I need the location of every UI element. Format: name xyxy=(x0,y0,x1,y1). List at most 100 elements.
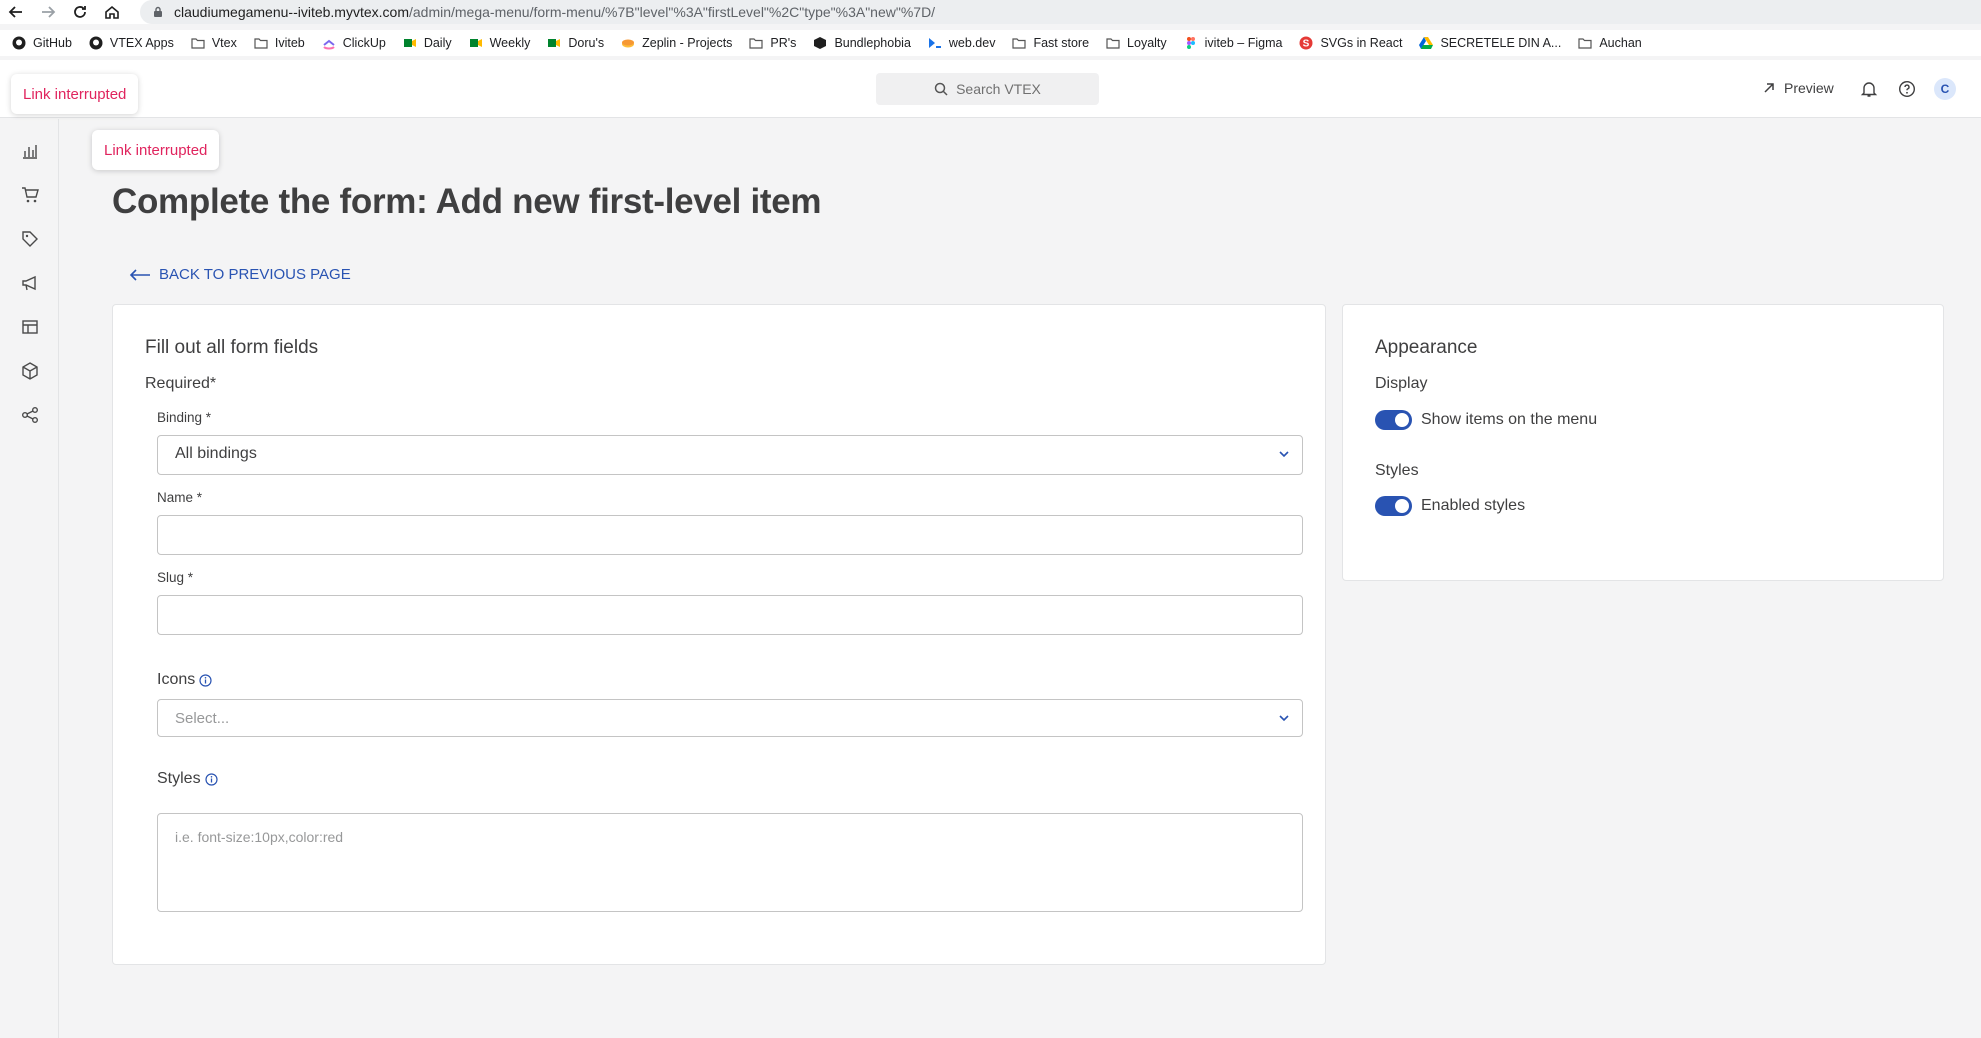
bookmark-item[interactable]: Iviteb xyxy=(254,36,305,50)
bookmark-item[interactable]: PR's xyxy=(749,36,796,50)
show-items-toggle[interactable] xyxy=(1375,410,1412,430)
bookmark-item[interactable]: SECRETELE DIN A... xyxy=(1419,36,1561,50)
required-label: Required* xyxy=(145,375,217,392)
icons-label-row: Icons xyxy=(157,671,212,689)
search-icon xyxy=(934,82,948,96)
drive-icon xyxy=(1419,36,1434,50)
bookmark-label: Vtex xyxy=(211,36,237,50)
bookmark-label: VTEX Apps xyxy=(109,36,174,50)
form-card: Fill out all form fields Required* Bindi… xyxy=(112,304,1326,965)
appearance-heading: Appearance xyxy=(1375,337,1478,358)
bookmark-label: web.dev xyxy=(948,36,996,50)
github-icon xyxy=(12,36,26,50)
show-items-toggle-row[interactable]: Show items on the menu xyxy=(1375,410,1597,430)
bookmark-item[interactable]: VTEX Apps xyxy=(89,36,174,50)
toggle-knob xyxy=(1395,499,1409,513)
address-bar[interactable]: claudiumegamenu--iviteb.myvtex.com/admin… xyxy=(140,0,1981,24)
link-interrupted-toast-content: Link interrupted xyxy=(92,130,220,170)
bookmark-label: Loyalty xyxy=(1127,36,1167,50)
bookmark-item[interactable]: Zeplin - Projects xyxy=(621,36,732,50)
meet-icon xyxy=(469,36,483,50)
bookmark-item[interactable]: Daily xyxy=(403,36,452,50)
info-icon[interactable] xyxy=(204,772,218,786)
bookmark-label: Doru's xyxy=(568,36,605,50)
cart-icon[interactable] xyxy=(21,186,39,204)
bookmark-item[interactable]: Loyalty xyxy=(1106,36,1167,50)
slug-label: Slug * xyxy=(157,570,194,585)
side-nav xyxy=(0,119,59,1038)
url-host: claudiumegamenu--iviteb.myvtex.com xyxy=(174,4,409,20)
search-input[interactable]: Search VTEX xyxy=(876,73,1099,105)
help-icon[interactable] xyxy=(1898,80,1916,98)
box-icon xyxy=(813,36,827,50)
bookmark-item[interactable]: web.dev xyxy=(928,36,996,50)
clickup-icon xyxy=(322,36,336,50)
bookmark-item[interactable]: Bundlephobia xyxy=(813,36,911,50)
bookmark-item[interactable]: Fast store xyxy=(1012,36,1089,50)
styles-section-label: Styles xyxy=(1375,462,1419,479)
info-icon[interactable] xyxy=(199,673,212,687)
bookmark-item[interactable]: Auchan xyxy=(1578,36,1642,50)
bookmark-item[interactable]: GitHub xyxy=(12,36,72,50)
binding-value: All bindings xyxy=(175,445,257,462)
zeplin-icon xyxy=(621,36,635,50)
folder-icon xyxy=(1578,36,1592,50)
icons-placeholder: Select... xyxy=(175,710,230,727)
s-icon: S xyxy=(1299,36,1313,50)
avatar[interactable]: C xyxy=(1934,78,1956,100)
megaphone-icon[interactable] xyxy=(21,274,39,292)
back-arrow-icon[interactable] xyxy=(0,0,32,24)
enabled-styles-label: Enabled styles xyxy=(1421,497,1526,514)
bookmark-label: Bundlephobia xyxy=(834,36,911,50)
box-icon[interactable] xyxy=(21,362,39,380)
bookmark-item[interactable]: Weekly xyxy=(469,36,531,50)
icons-select[interactable]: Select... xyxy=(157,699,1303,737)
arrow-left-icon xyxy=(129,268,150,281)
chevron-down-icon xyxy=(1279,715,1289,722)
lock-icon xyxy=(154,6,162,17)
bookmark-label: GitHub xyxy=(33,36,72,50)
appearance-card: Appearance Display Show items on the men… xyxy=(1342,304,1944,581)
back-to-previous-page-link[interactable]: BACK TO PREVIOUS PAGE xyxy=(129,266,351,283)
preview-button[interactable]: Preview xyxy=(1762,80,1834,96)
bookmark-item[interactable]: Vtex xyxy=(191,36,237,50)
bookmark-label: Auchan xyxy=(1599,36,1642,50)
bookmark-label: ClickUp xyxy=(342,36,386,50)
bookmark-item[interactable]: Doru's xyxy=(547,36,604,50)
bookmark-item[interactable]: ClickUp xyxy=(322,36,386,50)
enabled-styles-toggle[interactable] xyxy=(1375,496,1412,516)
bookmark-item[interactable]: iviteb – Figma xyxy=(1184,36,1282,50)
github-icon xyxy=(89,36,103,50)
share-icon[interactable] xyxy=(21,406,39,424)
search-placeholder: Search VTEX xyxy=(956,81,1041,97)
slug-input[interactable] xyxy=(157,595,1303,635)
browser-toolbar: claudiumegamenu--iviteb.myvtex.com/admin… xyxy=(0,0,1981,24)
tag-icon[interactable] xyxy=(21,230,39,248)
layout-icon[interactable] xyxy=(21,318,39,336)
styles-label: Styles xyxy=(157,770,201,787)
folder-icon xyxy=(191,36,205,50)
binding-label: Binding * xyxy=(157,410,212,425)
bookmark-label: Daily xyxy=(423,36,452,50)
binding-select[interactable]: All bindings xyxy=(157,435,1303,475)
analytics-icon[interactable] xyxy=(21,142,39,160)
form-heading: Fill out all form fields xyxy=(145,337,319,358)
folder-icon xyxy=(254,36,268,50)
styles-textarea[interactable]: i.e. font-size:10px,color:red xyxy=(157,813,1303,912)
enabled-styles-toggle-row[interactable]: Enabled styles xyxy=(1375,496,1525,516)
forward-arrow-icon[interactable] xyxy=(32,0,64,24)
styles-placeholder: i.e. font-size:10px,color:red xyxy=(175,829,344,845)
bookmark-label: Iviteb xyxy=(274,36,305,50)
back-link-label: BACK TO PREVIOUS PAGE xyxy=(159,266,351,283)
bell-icon[interactable] xyxy=(1860,80,1878,98)
preview-label: Preview xyxy=(1784,80,1834,96)
meet-icon xyxy=(403,36,417,50)
bookmark-item[interactable]: S SVGs in React xyxy=(1299,36,1402,50)
folder-icon xyxy=(1106,36,1120,50)
svg-text:S: S xyxy=(1303,39,1310,50)
chevron-down-icon xyxy=(1279,451,1289,458)
bookmark-label: Weekly xyxy=(489,36,531,50)
name-input[interactable] xyxy=(157,515,1303,555)
reload-icon[interactable] xyxy=(64,0,96,24)
home-icon[interactable] xyxy=(96,0,128,24)
